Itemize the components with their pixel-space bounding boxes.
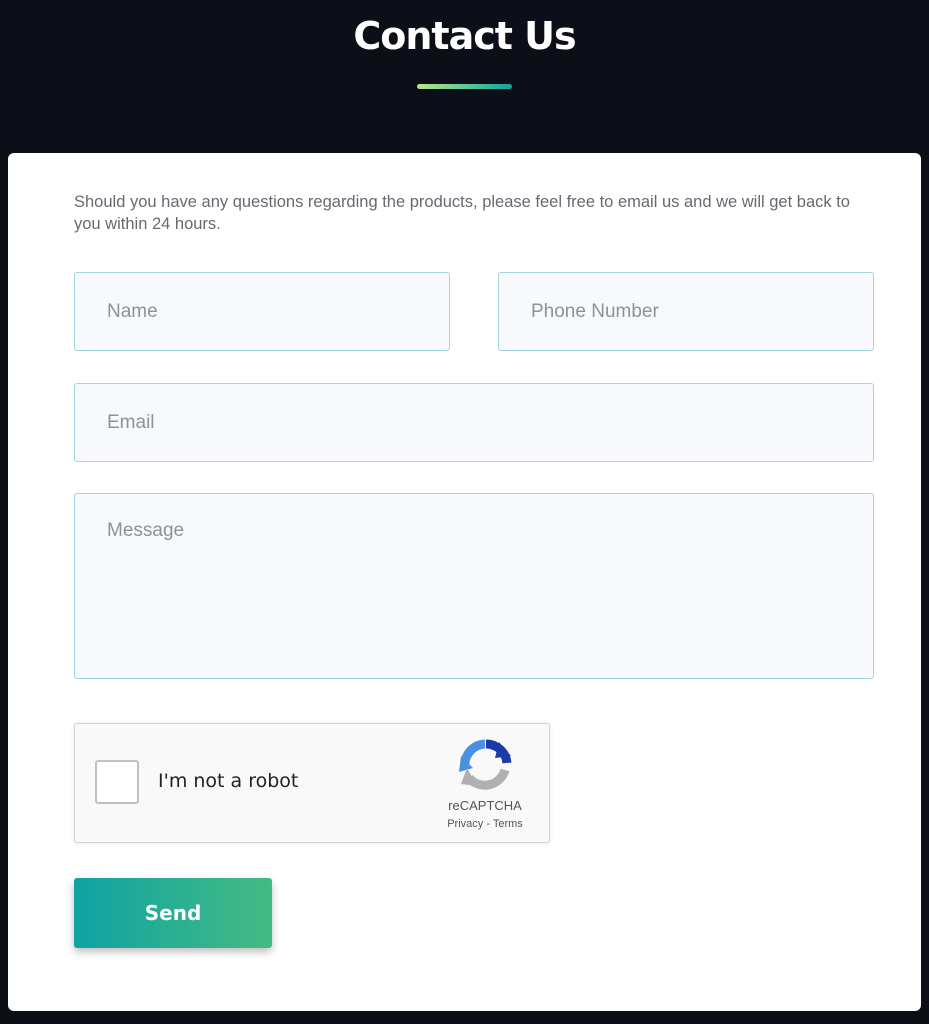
title-underline — [417, 84, 512, 89]
recaptcha-label: I'm not a robot — [158, 770, 299, 792]
send-button[interactable]: Send — [74, 878, 272, 948]
email-input[interactable] — [74, 383, 874, 462]
name-input[interactable] — [74, 272, 450, 351]
recaptcha-brand: reCAPTCHA — [448, 798, 522, 813]
phone-number-input[interactable] — [498, 272, 874, 351]
contact-form-card: Should you have any questions regarding … — [8, 153, 921, 1011]
page-title: Contact Us — [353, 14, 576, 58]
terms-link[interactable]: Terms — [493, 818, 523, 830]
message-textarea[interactable] — [74, 493, 874, 679]
recaptcha-logo-icon — [459, 739, 512, 790]
recaptcha-widget: I'm not a robot reCAPTCHA Privacy - Term… — [74, 723, 550, 843]
intro-text: Should you have any questions regarding … — [74, 193, 850, 233]
link-separator: - — [483, 818, 493, 830]
recaptcha-checkbox[interactable] — [95, 760, 139, 804]
privacy-link[interactable]: Privacy — [447, 818, 483, 830]
recaptcha-links: Privacy - Terms — [415, 818, 555, 830]
